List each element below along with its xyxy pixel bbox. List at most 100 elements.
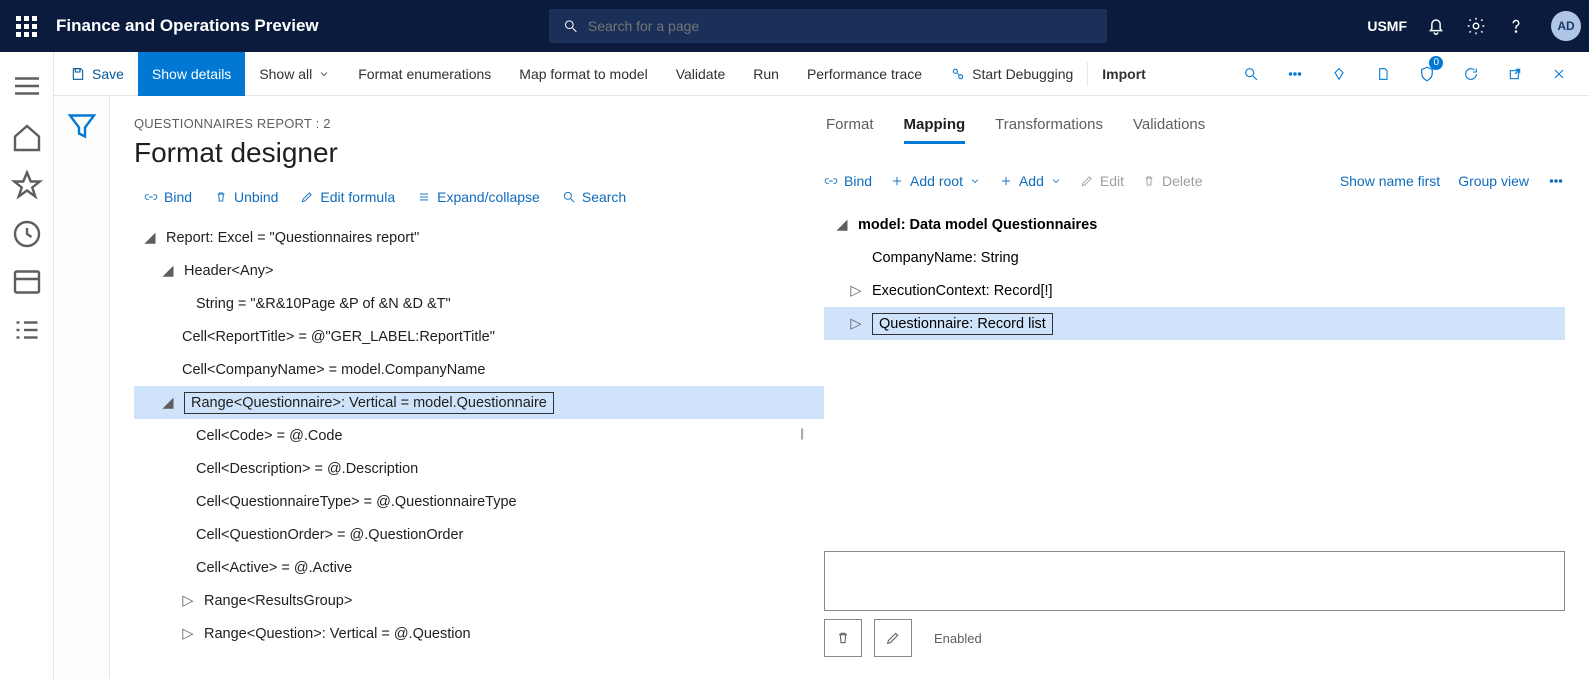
show-all-button[interactable]: Show all	[245, 52, 344, 96]
run-button[interactable]: Run	[739, 52, 793, 96]
pencil-icon	[1080, 174, 1094, 188]
tree-row[interactable]: ▷Range<ResultsGroup>	[134, 584, 824, 617]
validate-button[interactable]: Validate	[662, 52, 740, 96]
tree-row[interactable]: Cell<Active> = @.Active	[134, 551, 824, 584]
popout-button[interactable]	[1497, 56, 1533, 92]
search-icon	[562, 190, 576, 204]
edit-formula-button[interactable]: Edit formula	[300, 189, 395, 205]
tree-row[interactable]: ◢Report: Excel = "Questionnaires report"	[134, 221, 824, 254]
map-more-button[interactable]	[1547, 172, 1565, 190]
tree-row[interactable]: Cell<CompanyName> = model.CompanyName	[134, 353, 824, 386]
map-format-to-model-button[interactable]: Map format to model	[505, 52, 661, 96]
tab-validations[interactable]: Validations	[1133, 116, 1205, 144]
formula-box[interactable]	[824, 551, 1565, 611]
formula-edit-button[interactable]	[874, 619, 912, 657]
help-icon[interactable]	[1505, 15, 1527, 37]
tree-row[interactable]: String = "&R&10Page &P of &N &D &T"	[134, 287, 824, 320]
caret-right-icon[interactable]: ▷	[182, 626, 194, 642]
user-avatar[interactable]: AD	[1551, 11, 1581, 41]
save-label: Save	[92, 66, 124, 82]
ellipsis-icon	[1547, 172, 1565, 190]
favorites-icon[interactable]	[9, 168, 45, 204]
tree-row-selected[interactable]: ◢Range<Questionnaire>: Vertical = model.…	[134, 386, 824, 419]
plus-icon	[999, 174, 1013, 188]
tree-row[interactable]: ▷ExecutionContext: Record[!]	[824, 274, 1565, 307]
tree-row[interactable]: Cell<Description> = @.Description	[134, 452, 824, 485]
import-button[interactable]: Import	[1088, 52, 1160, 96]
tab-format[interactable]: Format	[826, 116, 874, 144]
model-tree: ◢model: Data model Questionnaires Compan…	[824, 208, 1565, 340]
settings-icon[interactable]	[1465, 15, 1487, 37]
breadcrumb: QUESTIONNAIRES REPORT : 2	[134, 116, 824, 131]
format-enumerations-button[interactable]: Format enumerations	[344, 52, 505, 96]
close-icon	[1551, 66, 1567, 82]
trash-icon	[1142, 174, 1156, 188]
app-title: Finance and Operations Preview	[56, 16, 319, 36]
attachments-button[interactable]	[1365, 56, 1401, 92]
tree-row[interactable]: CompanyName: String	[824, 241, 1565, 274]
expand-collapse-button[interactable]: Expand/collapse	[417, 189, 540, 205]
tree-search-button[interactable]: Search	[562, 189, 626, 205]
tree-row[interactable]: ◢Header<Any>	[134, 254, 824, 287]
search-icon	[563, 18, 578, 34]
pin-button[interactable]	[1321, 56, 1357, 92]
format-toolbar: Bind Unbind Edit formula Expand/collapse…	[134, 189, 824, 205]
show-name-first-button[interactable]: Show name first	[1340, 173, 1440, 189]
filter-icon[interactable]	[64, 108, 100, 144]
workspaces-icon[interactable]	[9, 264, 45, 300]
hamburger-icon[interactable]	[9, 68, 45, 104]
global-header: Finance and Operations Preview USMF AD	[0, 0, 1589, 52]
modules-icon[interactable]	[9, 312, 45, 348]
save-icon	[70, 66, 86, 82]
caret-down-icon[interactable]: ◢	[162, 395, 174, 411]
tree-row-selected[interactable]: ▷Questionnaire: Record list	[824, 307, 1565, 340]
refresh-button[interactable]	[1453, 56, 1489, 92]
formula-delete-button[interactable]	[824, 619, 862, 657]
waffle-menu[interactable]	[8, 8, 44, 44]
group-view-button[interactable]: Group view	[1458, 173, 1529, 189]
recent-icon[interactable]	[9, 216, 45, 252]
performance-trace-button[interactable]: Performance trace	[793, 52, 936, 96]
save-button[interactable]: Save	[56, 52, 138, 96]
home-icon[interactable]	[9, 120, 45, 156]
list-icon	[417, 190, 431, 204]
start-debugging-button[interactable]: Start Debugging	[936, 52, 1087, 96]
page-icon	[1375, 66, 1391, 82]
caret-down-icon[interactable]: ◢	[836, 217, 848, 233]
add-root-button[interactable]: Add root	[890, 173, 981, 189]
chevron-down-icon	[1050, 175, 1062, 187]
tab-transformations[interactable]: Transformations	[995, 116, 1103, 144]
tree-row[interactable]: Cell<ReportTitle> = @"GER_LABEL:ReportTi…	[134, 320, 824, 353]
splitter-handle[interactable]: ||	[800, 426, 802, 440]
tree-row[interactable]: ◢model: Data model Questionnaires	[824, 208, 1565, 241]
unbind-button[interactable]: Unbind	[214, 189, 278, 205]
filter-strip	[54, 96, 110, 679]
caret-down-icon[interactable]: ◢	[162, 263, 174, 279]
notifications-icon[interactable]	[1425, 15, 1447, 37]
tree-row[interactable]: Cell<QuestionOrder> = @.QuestionOrder	[134, 518, 824, 551]
close-button[interactable]	[1541, 56, 1577, 92]
chevron-down-icon	[318, 68, 330, 80]
global-search[interactable]	[549, 9, 1107, 43]
diamond-icon	[1331, 66, 1347, 82]
tree-row[interactable]: ▷Range<Question>: Vertical = @.Question	[134, 617, 824, 650]
trash-icon	[214, 190, 228, 204]
caret-down-icon[interactable]: ◢	[144, 230, 156, 246]
add-button[interactable]: Add	[999, 173, 1062, 189]
tree-row[interactable]: Cell<QuestionnaireType> = @.Questionnair…	[134, 485, 824, 518]
tab-mapping[interactable]: Mapping	[904, 116, 966, 144]
caret-right-icon[interactable]: ▷	[850, 283, 862, 299]
caret-right-icon[interactable]: ▷	[850, 316, 862, 332]
caret-right-icon[interactable]: ▷	[182, 593, 194, 609]
pencil-icon	[885, 630, 901, 646]
messages-button[interactable]: 0	[1409, 56, 1445, 92]
company-code[interactable]: USMF	[1367, 18, 1407, 34]
global-search-input[interactable]	[588, 18, 1093, 34]
show-details-button[interactable]: Show details	[138, 52, 245, 96]
map-bind-button[interactable]: Bind	[824, 173, 872, 189]
search-icon	[1243, 66, 1259, 82]
more-actions-button[interactable]	[1277, 56, 1313, 92]
bind-button[interactable]: Bind	[144, 189, 192, 205]
tree-row[interactable]: Cell<Code> = @.Code	[134, 419, 824, 452]
find-button[interactable]	[1233, 56, 1269, 92]
